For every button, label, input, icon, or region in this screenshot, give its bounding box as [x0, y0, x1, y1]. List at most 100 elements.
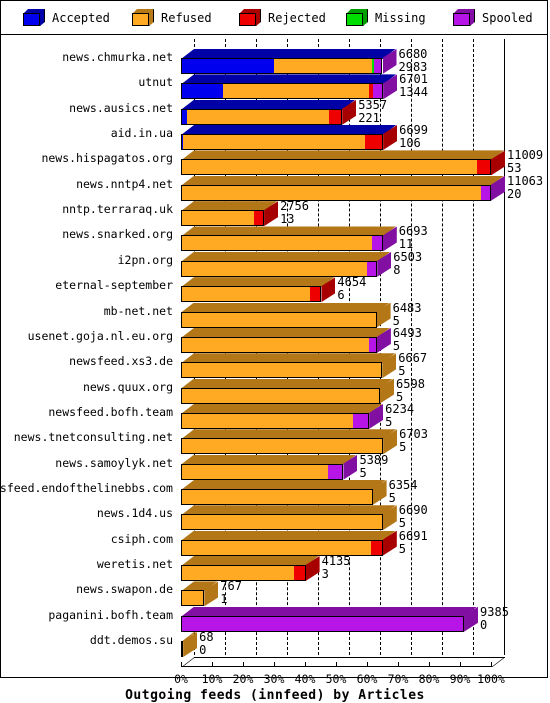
bar-value-label: 6693 11 — [399, 225, 428, 251]
cube-icon — [453, 9, 475, 26]
grid-line — [473, 39, 474, 656]
bar-segment-spooled — [367, 260, 378, 277]
legend-label: Accepted — [52, 10, 110, 25]
y-axis-label: eternal-september — [55, 278, 173, 293]
bar-value-label: 9385 0 — [480, 604, 509, 632]
bar-segment-refused — [223, 83, 370, 100]
bar-segment-rejected — [254, 210, 265, 227]
y-axis-label: news.ausics.net — [69, 100, 173, 115]
y-axis-label: news.snarked.org — [62, 227, 173, 242]
bar-news.chmurka.net — [181, 49, 397, 74]
y-axis-label: i2pn.org — [117, 252, 173, 267]
bar-value-label: 5389 5 — [359, 453, 388, 480]
y-axis-label: mb-net.net — [103, 303, 173, 318]
bar-value-secondary: 5 — [359, 465, 367, 480]
x-axis-tick — [429, 662, 430, 668]
bar-value-secondary: 1344 — [399, 85, 429, 100]
bar-value-secondary: 6 — [337, 288, 345, 303]
bar-news.swapon.de — [181, 581, 219, 607]
bar-news.snarked.org — [181, 226, 397, 252]
bar-segment-refused — [181, 590, 205, 607]
bar-value-secondary: 3 — [321, 567, 329, 581]
x-axis-tick — [336, 662, 337, 668]
bar-segment-spooled — [481, 184, 491, 201]
bar-value-total: 6483 — [392, 300, 422, 315]
bar-value-label: 11063 20 — [507, 173, 544, 201]
bar-segment-refused — [181, 235, 372, 252]
cube-icon — [346, 9, 368, 26]
y-axis-label: nntp.terraraq.uk — [62, 202, 173, 217]
bar-mb-net.net — [181, 302, 391, 328]
bar-news.samoylyk.net — [181, 454, 358, 480]
legend-label: Refused — [161, 10, 212, 25]
bar-segment-refused — [181, 463, 328, 480]
bar-value-secondary: 5 — [399, 440, 407, 455]
legend-item-spooled: Spooled — [453, 9, 533, 26]
bar-value-secondary: 1 — [220, 592, 228, 607]
y-axis-label: aid.in.ua — [110, 126, 173, 141]
chart-window: Accepted Refused Rejected Missing Spooled Ou… — [0, 0, 549, 703]
bar-value-label: 6690 5 — [399, 504, 428, 530]
bar-usenet.goja.nl.eu.org — [181, 327, 391, 353]
y-axis-label: paganini.bofh.team — [48, 607, 173, 622]
bar-segment-spooled — [327, 463, 344, 480]
bar-segment-refused — [181, 311, 377, 328]
bar-nntp.terraraq.uk — [181, 201, 279, 227]
y-axis-label: csiph.com — [110, 531, 173, 546]
axis-skew-line — [491, 657, 505, 668]
legend-item-rejected: Rejected — [239, 9, 326, 26]
bar-segment-spooled — [353, 412, 370, 429]
bar-segment-accepted — [181, 58, 274, 74]
bar-segment-spooled — [373, 83, 384, 100]
bar-paganini.bofh.team — [181, 606, 479, 632]
bar-csiph.com — [181, 530, 397, 556]
bar-value-total: 11063 — [507, 173, 544, 188]
y-axis-label: newsfeed.bofh.team — [48, 404, 173, 419]
bar-segment-refused — [181, 159, 478, 176]
grid-line — [442, 39, 443, 656]
bar-value-label: 6680 2983 — [399, 48, 428, 74]
bar-segment-spooled — [371, 235, 383, 252]
chart-x-title: Outgoing feeds (innfeed) by Articles — [125, 688, 425, 703]
x-axis-tick — [491, 662, 492, 668]
bar-value-secondary: 13 — [280, 212, 295, 227]
bar-value-secondary: 106 — [399, 136, 421, 151]
bar-value-label: 2756 13 — [280, 200, 309, 226]
bar-segment-refused — [181, 210, 255, 227]
bar-value-label: 6503 8 — [393, 250, 422, 277]
x-axis-tick — [274, 662, 275, 668]
legend-item-missing: Missing — [346, 9, 426, 26]
x-axis-back-line — [194, 657, 505, 659]
y-axis-label: weretis.net — [96, 557, 173, 571]
bar-value-total: 9385 — [480, 604, 509, 619]
bar-value-secondary: 5 — [398, 541, 407, 556]
y-axis-label: news.samoylyk.net — [55, 455, 173, 470]
bar-segment-rejected — [365, 134, 384, 151]
bar-segment-refused — [181, 488, 373, 505]
legend-item-refused: Refused — [132, 9, 212, 26]
bar-value-label: 6483 5 — [392, 300, 422, 328]
y-axis-label: ddt.demos.su — [89, 633, 173, 648]
bar-value-label: 6598 5 — [396, 377, 425, 404]
bar-value-total: 6493 — [392, 325, 422, 340]
x-axis-tick-label: 100% — [477, 672, 505, 687]
legend-label: Rejected — [268, 10, 326, 25]
bar-segment-rejected — [309, 286, 322, 303]
bar-value-label: 6699 106 — [399, 124, 428, 150]
legend-item-accepted: Accepted — [23, 9, 110, 26]
y-axis-label: newsfeed.endofthelinebbs.com — [0, 480, 173, 495]
x-axis-tick — [305, 662, 306, 668]
y-axis-label: news.quux.org — [82, 379, 173, 394]
x-axis-tick — [181, 662, 182, 668]
bar-value-label: 6667 5 — [398, 352, 427, 378]
y-axis-label: newsfeed.xs3.de — [69, 354, 173, 369]
y-axis-label: news.nntp4.net — [76, 176, 173, 191]
chart-legend: Accepted Refused Rejected Missing Spooled — [1, 1, 547, 35]
bar-segment-refused — [186, 108, 329, 125]
x-axis-tick — [398, 662, 399, 668]
bar-value-label: 6493 5 — [392, 325, 422, 353]
bar-value-label: 6354 5 — [389, 478, 418, 505]
x-axis-tick — [243, 662, 244, 668]
chart-plot-area: Outgoing feeds (innfeed) by Articles new… — [0, 35, 549, 703]
y-axis-label: news.chmurka.net — [62, 50, 173, 64]
